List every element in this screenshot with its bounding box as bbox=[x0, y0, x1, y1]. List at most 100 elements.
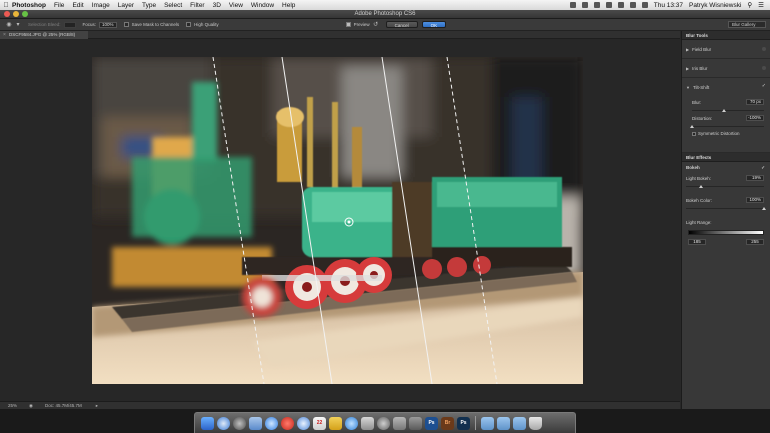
range-low-field[interactable]: 185 bbox=[688, 239, 706, 245]
volume-icon[interactable] bbox=[629, 2, 636, 8]
notes-icon[interactable] bbox=[329, 416, 342, 430]
mail-icon[interactable] bbox=[249, 416, 262, 430]
safari-icon[interactable] bbox=[217, 416, 230, 430]
bokeh-color-slider-knob[interactable] bbox=[762, 207, 766, 210]
high-quality-checkbox[interactable] bbox=[186, 22, 192, 27]
search-icon[interactable]: ⚲ bbox=[747, 1, 752, 9]
folder-icon[interactable] bbox=[481, 416, 494, 430]
trash-icon[interactable] bbox=[529, 416, 542, 430]
light-range-gradient[interactable] bbox=[688, 230, 764, 235]
bridge-icon[interactable]: Br bbox=[441, 416, 454, 430]
range-high-field[interactable]: 255 bbox=[746, 239, 764, 245]
blur-tools-panel: Blur Tools ▶ Field Blur ▶ Iris Blur ▼ Ti… bbox=[681, 31, 770, 409]
light-bokeh-value-field[interactable]: 19% bbox=[746, 175, 764, 181]
tilt-shift-label: Tilt-Shift bbox=[692, 85, 710, 90]
user-name[interactable]: Patryk Wisniewski bbox=[689, 2, 741, 9]
photoshop-icon[interactable]: Ps bbox=[425, 416, 438, 430]
bluetooth-icon[interactable] bbox=[605, 2, 612, 8]
distortion-slider-knob[interactable] bbox=[690, 125, 694, 128]
utility-icon[interactable] bbox=[393, 416, 406, 430]
battery-icon[interactable] bbox=[641, 2, 648, 8]
mac-menubar:  Photoshop File Edit Image Layer Type S… bbox=[0, 0, 770, 10]
apple-menu-icon[interactable]:  bbox=[0, 2, 12, 9]
high-quality-label: High Quality bbox=[194, 22, 219, 27]
status-extra-icon[interactable] bbox=[569, 2, 576, 8]
bokeh-enable-checkmark-icon[interactable]: ✓ bbox=[761, 162, 765, 173]
ok-button[interactable]: OK bbox=[421, 21, 447, 28]
reset-icon[interactable]: ↺ bbox=[373, 22, 379, 28]
facetime-icon[interactable] bbox=[297, 416, 310, 430]
light-range-label: Light Range: bbox=[686, 220, 712, 225]
canvas-area[interactable] bbox=[0, 39, 680, 401]
workspace-select[interactable]: Blur Gallery bbox=[728, 21, 766, 28]
selection-bleed-field[interactable] bbox=[63, 21, 76, 28]
enable-toggle[interactable] bbox=[762, 47, 766, 51]
wifi-icon[interactable] bbox=[617, 2, 624, 8]
distortion-value-field[interactable]: -100% bbox=[746, 115, 764, 121]
clock[interactable]: Thu 13:37 bbox=[654, 2, 683, 9]
share-icon[interactable]: ◉ bbox=[29, 403, 33, 409]
light-bokeh-slider-knob[interactable] bbox=[698, 185, 703, 188]
preview-icon[interactable] bbox=[361, 416, 374, 430]
cancel-button[interactable]: Cancel bbox=[385, 21, 418, 28]
enable-toggle[interactable] bbox=[762, 66, 766, 70]
system-preferences-icon[interactable] bbox=[377, 416, 390, 430]
finder-icon[interactable] bbox=[201, 416, 214, 430]
dock-divider bbox=[475, 416, 476, 430]
bokeh-color-row: Bokeh Color: 100% bbox=[682, 195, 770, 206]
checkmark-icon[interactable]: ✓ bbox=[762, 83, 766, 89]
light-range-values: 185 255 bbox=[688, 239, 764, 245]
menu-image[interactable]: Image bbox=[92, 2, 110, 9]
menu-file[interactable]: File bbox=[54, 2, 64, 9]
symmetric-distortion-label: Symmetric Distortion bbox=[698, 131, 740, 136]
light-bokeh-slider[interactable] bbox=[686, 184, 764, 189]
photoshop-icon[interactable]: Ps bbox=[457, 416, 470, 430]
menu-view[interactable]: View bbox=[229, 2, 243, 9]
blur-value-field[interactable]: 70 px bbox=[746, 99, 764, 105]
menu-help[interactable]: Help bbox=[282, 2, 295, 9]
list-icon[interactable]: ☰ bbox=[758, 1, 764, 9]
menu-filter[interactable]: Filter bbox=[190, 2, 204, 9]
document-image[interactable] bbox=[92, 57, 583, 384]
preview-checkbox[interactable] bbox=[345, 22, 351, 27]
blur-slider-knob[interactable] bbox=[722, 109, 727, 112]
launchpad-icon[interactable] bbox=[233, 416, 246, 430]
symmetric-distortion-checkbox[interactable] bbox=[692, 131, 696, 136]
menu-app-name[interactable]: Photoshop bbox=[12, 2, 46, 9]
bokeh-color-slider[interactable] bbox=[686, 206, 766, 211]
photo-booth-icon[interactable] bbox=[281, 416, 294, 430]
light-bokeh-label: Light Bokeh: bbox=[686, 176, 712, 181]
bokeh-color-value-field[interactable]: 100% bbox=[746, 197, 764, 203]
dropdown-arrow-icon[interactable]: ▾ bbox=[15, 22, 21, 28]
menu-type[interactable]: Type bbox=[142, 2, 156, 9]
iris-blur-section[interactable]: ▶ Iris Blur bbox=[682, 59, 770, 78]
save-mask-checkbox[interactable] bbox=[123, 22, 129, 27]
expand-triangle-icon[interactable]: ▶ bbox=[686, 66, 689, 71]
close-tab-icon[interactable]: × bbox=[3, 31, 6, 39]
document-tab[interactable]: × DSCF9584.JPG @ 25% (RGB/8) bbox=[0, 31, 88, 39]
folder-icon[interactable] bbox=[513, 416, 526, 430]
folder-icon[interactable] bbox=[497, 416, 510, 430]
tilt-shift-section[interactable]: ▼ Tilt-Shift ✓ bbox=[682, 78, 770, 97]
calendar-icon[interactable]: 22 bbox=[313, 416, 326, 430]
focus-field[interactable]: 100% bbox=[99, 21, 117, 28]
menu-select[interactable]: Select bbox=[164, 2, 182, 9]
field-blur-section[interactable]: ▶ Field Blur bbox=[682, 40, 770, 59]
menu-window[interactable]: Window bbox=[251, 2, 274, 9]
status-extra-icon[interactable] bbox=[581, 2, 588, 8]
zoom-level[interactable]: 25% bbox=[8, 403, 17, 408]
blur-effects-header: Blur Effects bbox=[682, 153, 770, 162]
app-store-icon[interactable] bbox=[265, 416, 278, 430]
menu-layer[interactable]: Layer bbox=[118, 2, 134, 9]
menu-3d[interactable]: 3D bbox=[213, 2, 221, 9]
itunes-icon[interactable] bbox=[345, 416, 358, 430]
tool-preset-icon[interactable]: ◉ bbox=[6, 22, 12, 28]
doc-size[interactable]: Doc: 45.7M/45.7M bbox=[45, 403, 82, 408]
collapse-triangle-icon[interactable]: ▼ bbox=[686, 85, 690, 90]
status-arrow-icon[interactable]: ▸ bbox=[96, 403, 98, 409]
menubar-status-area: Thu 13:37 Patryk Wisniewski ⚲ ☰ bbox=[569, 1, 770, 9]
expand-triangle-icon[interactable]: ▶ bbox=[686, 47, 689, 52]
status-extra-icon[interactable] bbox=[593, 2, 600, 8]
menu-edit[interactable]: Edit bbox=[72, 2, 83, 9]
script-icon[interactable] bbox=[409, 416, 422, 430]
